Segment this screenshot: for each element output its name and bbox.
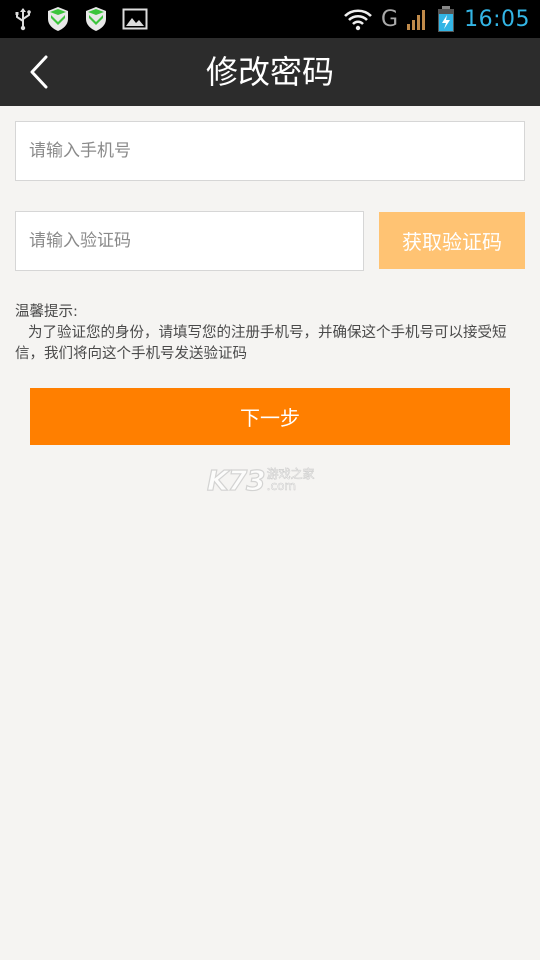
status-time: 16:05: [464, 6, 530, 32]
page-title: 修改密码: [205, 53, 334, 91]
tips-body: 为了验证您的身份，请填写您的注册手机号，并确保这个手机号可以接受短信，我们将向这…: [15, 325, 507, 362]
watermark-domain: .com: [266, 479, 297, 493]
usb-icon: [14, 7, 32, 31]
next-step-button[interactable]: 下一步: [30, 388, 510, 445]
verification-code-input[interactable]: [15, 211, 364, 271]
watermark-text: 游戏之家 .com: [266, 468, 315, 493]
battery-charging-icon: [436, 5, 456, 33]
app-header: 修改密码: [0, 38, 540, 106]
shield-icon: [84, 6, 108, 32]
get-code-button[interactable]: 获取验证码: [379, 212, 525, 269]
watermark-logo: K73 游戏之家 .com: [206, 463, 333, 497]
image-icon: [122, 7, 148, 31]
tips-title: 温馨提示:: [15, 304, 78, 320]
tips-section: 温馨提示: 为了验证您的身份，请填写您的注册手机号，并确保这个手机号可以接受短信…: [15, 302, 530, 365]
status-bar: G 16:05: [0, 0, 540, 38]
shield-icon: [46, 6, 70, 32]
signal-icon: [406, 7, 428, 31]
system-icons: G 16:05: [343, 0, 530, 38]
wifi-icon: [343, 7, 373, 31]
phone-input[interactable]: [15, 121, 525, 181]
network-type-label: G: [381, 6, 399, 32]
watermark-k73: K73: [206, 463, 266, 497]
notification-icons: [0, 6, 148, 32]
